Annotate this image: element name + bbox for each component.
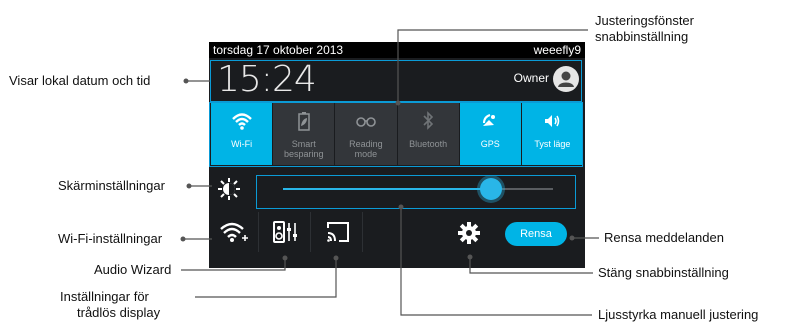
callout-clear-notifications: Rensa meddelanden <box>604 230 724 245</box>
callout-brightness-manual: Ljusstyrka manuell justering <box>598 307 759 322</box>
callout-close-quick: Stäng snabbinställning <box>598 265 729 280</box>
callout-wireless-display-2: trådlös display <box>77 305 161 320</box>
callout-date-time: Visar lokal datum och tid <box>9 73 151 88</box>
callout-adjust-window-1: Justeringsfönster <box>595 13 694 28</box>
callout-wireless-display-1: Inställningar för <box>60 289 149 304</box>
callout-screen-settings: Skärminställningar <box>58 178 165 193</box>
callout-wifi-settings: Wi-Fi-inställningar <box>58 231 163 246</box>
callout-adjust-window-2: snabbinställning <box>595 29 689 44</box>
callout-audio-wizard: Audio Wizard <box>94 262 172 277</box>
